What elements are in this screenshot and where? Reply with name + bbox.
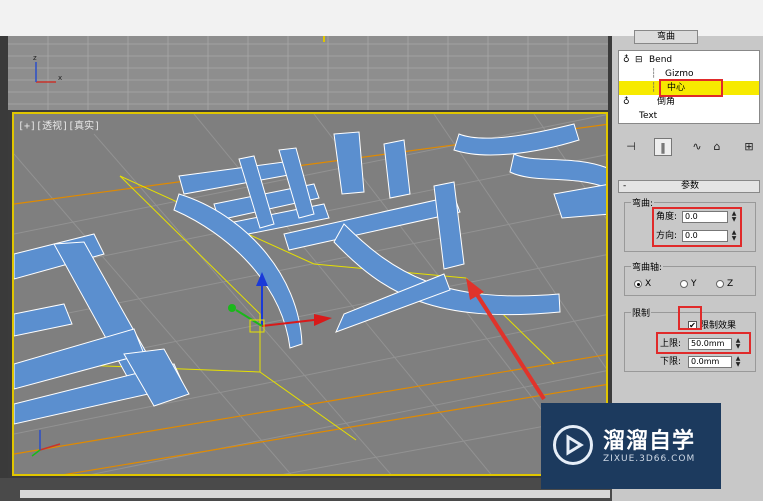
watermark: 溜溜自学 ZIXUE.3D66.COM	[541, 403, 721, 489]
time-slider-track[interactable]	[20, 490, 610, 498]
pin-stack-icon[interactable]: ⊣	[622, 138, 640, 156]
rollout-title: 参数	[680, 181, 699, 191]
watermark-title: 溜溜自学	[603, 429, 696, 454]
stack-item-bend[interactable]: ♁ ⊟ Bend	[619, 53, 759, 67]
stack-toolbar: ⊣ ‖ ∿ ⌂ ⊞	[618, 136, 760, 158]
stack-item-prefix: ┆	[651, 83, 657, 93]
highlight-box	[659, 79, 723, 97]
left-edge-strip	[0, 36, 8, 501]
lightbulb-icon[interactable]: ♁	[623, 97, 631, 107]
group-title: 弯曲:	[631, 196, 655, 209]
axis-z-radio[interactable]	[716, 280, 724, 288]
view-axis-icon	[31, 430, 61, 457]
lower-limit-input[interactable]: 0.0mm	[688, 356, 732, 368]
stack-item-label: Bend	[649, 55, 673, 65]
stack-item-prefix: ┆	[651, 69, 657, 79]
bend-axis-group: 弯曲轴:	[624, 260, 756, 296]
highlight-box	[678, 306, 702, 330]
show-end-result-icon[interactable]: ‖	[654, 138, 672, 156]
stack-item-prefix: ⊟	[635, 55, 643, 65]
modifier-list-button[interactable]: 弯曲	[634, 30, 698, 44]
play-logo-icon	[553, 425, 593, 465]
svg-text:z: z	[33, 54, 37, 62]
limit-effect-label: 限制效果	[700, 321, 737, 331]
axis-x-radio[interactable]	[634, 280, 642, 288]
modifier-stack[interactable]: ♁ ⊟ Bend ┆ Gizmo ┆ 中心 ♁ 倒角 Text	[618, 50, 760, 124]
lower-limit-spinner-icon[interactable]: ▲ ▼	[734, 356, 742, 368]
lower-limit-label: 下限:	[660, 357, 682, 367]
remove-modifier-icon[interactable]: ⌂	[708, 138, 726, 156]
stack-item-label: Text	[639, 111, 658, 121]
scene-render	[14, 114, 606, 474]
watermark-subtitle: ZIXUE.3D66.COM	[603, 454, 696, 464]
group-title: 弯曲轴:	[631, 260, 664, 273]
lightbulb-icon[interactable]: ♁	[623, 55, 631, 65]
stack-item-text[interactable]: Text	[619, 109, 759, 123]
top-viewport[interactable]: x z	[8, 36, 608, 110]
highlight-box	[652, 207, 742, 247]
group-title: 限制	[631, 306, 652, 319]
stack-item-label: 倒角	[657, 97, 676, 107]
axis-y-label: Y	[691, 279, 697, 289]
make-unique-icon[interactable]: ∿	[688, 138, 706, 156]
configure-modifier-sets-icon[interactable]: ⊞	[740, 138, 758, 156]
parameters-rollout-header[interactable]: - 参数	[618, 180, 760, 193]
viewport-label[interactable]: [+][透视][真实]	[18, 117, 100, 132]
axis-x-label: X	[645, 279, 652, 289]
axis-z-label: Z	[727, 279, 734, 289]
perspective-viewport[interactable]: [+][透视][真实]	[12, 112, 608, 476]
axis-y-radio[interactable]	[680, 280, 688, 288]
stack-item-chamfer[interactable]: ♁ 倒角	[619, 95, 759, 109]
top-viewport-grid: x z	[8, 36, 608, 110]
svg-text:x: x	[58, 74, 62, 82]
highlight-box	[656, 332, 751, 354]
timeline-bar	[0, 478, 612, 501]
